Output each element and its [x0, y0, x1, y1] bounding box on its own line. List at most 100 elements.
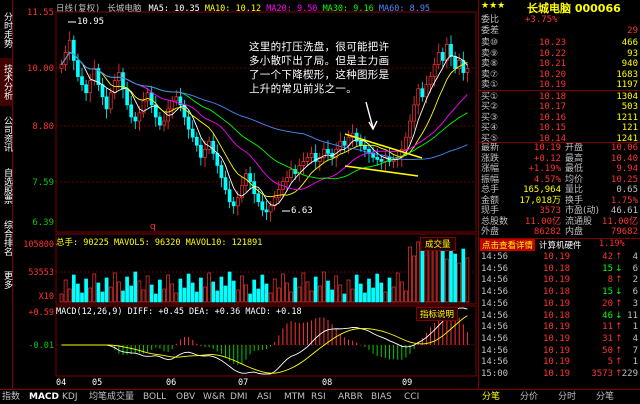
level-volume: 940 [621, 59, 638, 69]
volume-bar [88, 287, 93, 303]
indicator-tab[interactable]: ASI [257, 391, 272, 403]
indicator-tab[interactable]: MTM [284, 391, 305, 403]
volume-bar [457, 262, 462, 303]
tick-view-tab[interactable]: 分时 [558, 391, 576, 403]
level-label: 买② [481, 102, 499, 112]
volume-bar [354, 274, 359, 303]
candle-body [326, 148, 330, 154]
candle-body [88, 80, 93, 94]
tick-time: 14:56 [481, 310, 509, 321]
stat-label: 涨幅 [481, 164, 500, 174]
sell-level-row[interactable]: 卖⑩ 10.23 466 [479, 38, 640, 49]
tick-count: 3 [632, 298, 638, 309]
tick-count: 1 [632, 322, 638, 333]
candle-body [133, 116, 138, 122]
indicator-tab[interactable]: DMI [230, 391, 247, 403]
volume-bar [223, 285, 228, 303]
level-price: 10.18 [539, 91, 567, 102]
details-link[interactable]: 点击查看详情 [480, 239, 536, 251]
tick-price: 10.18 [543, 287, 571, 298]
tick-volume: 50 [602, 345, 613, 356]
volume-bar [244, 284, 248, 303]
stat-row: 总手 165,964 量比 0.65 [479, 185, 640, 196]
volume-bar [219, 276, 224, 303]
indicator-tab[interactable]: 均笔成交量 [89, 391, 134, 403]
sell-level-row[interactable]: 卖⑦ 10.20 1683 [479, 70, 640, 81]
indicator-tab[interactable]: BIAS [371, 391, 392, 403]
level-price: 10.20 [539, 69, 567, 80]
buy-level-row[interactable]: 买③ 10.16 1211 [479, 113, 640, 124]
sell-level-row[interactable]: 卖⑧ 10.21 940 [479, 59, 640, 70]
volume-bar [67, 288, 72, 303]
volume-bar [416, 241, 421, 303]
volume-bar [104, 277, 109, 303]
tick-time: 14:56 [481, 345, 509, 356]
up-arrow-icon: ↑ [615, 357, 623, 368]
tick-price: 10.19 [543, 369, 571, 379]
sector-label[interactable]: 计算机硬件 [539, 239, 582, 251]
candle-body [289, 169, 293, 178]
volume-bar [461, 248, 466, 303]
tick-count: 229 [621, 369, 638, 379]
tick-count: 2 [632, 275, 638, 286]
level-volume: 93 [627, 48, 638, 59]
stat-label: 金额 [481, 195, 500, 206]
candle-body [235, 197, 240, 207]
indicator-tab[interactable]: KDJ [62, 391, 78, 403]
date-label: 05 [92, 378, 103, 388]
sector-change: 1.19% [599, 239, 625, 249]
tick-price: 10.19 [543, 333, 571, 344]
macd-lines [61, 307, 468, 375]
candle-body [67, 39, 72, 53]
down-arrow-icon: ↓ [615, 287, 623, 298]
macd-axis-label: +0.59 [28, 308, 54, 318]
up-arrow-icon: ↑ [615, 333, 623, 344]
tick-count: 11 [627, 310, 638, 321]
macd-box-label[interactable]: 指标说明 [416, 307, 459, 321]
volume-bar [145, 275, 150, 303]
volume-bar [235, 289, 240, 303]
tick-volume: 31 [602, 333, 613, 344]
volume-bar [453, 253, 457, 303]
level-label: 卖⑩ [481, 38, 499, 48]
stat-row: 外盘 86282 内盘 79682 [479, 227, 640, 238]
annotation-arrow [365, 101, 378, 131]
indicator-tab[interactable]: W&R [203, 391, 225, 403]
indicator-tab[interactable]: 指数 [2, 391, 20, 403]
stat-label: 最低 [565, 164, 584, 174]
volume-bar [100, 291, 105, 303]
sell-level-row[interactable]: 卖① 10.19 1197 [479, 80, 640, 91]
sell-level-row[interactable]: 卖⑨ 10.22 93 [479, 49, 640, 60]
macd-axis-label: -0.01 [28, 341, 54, 351]
volume-axis-label: 105800 [23, 240, 54, 250]
ticks-header: 点击查看详情 计算机硬件 1.19% [479, 238, 640, 251]
indicator-tab[interactable]: RSI [311, 391, 326, 403]
buy-level-row[interactable]: 买② 10.17 503 [479, 102, 640, 113]
indicator-tab[interactable]: BOLL [143, 391, 166, 403]
volume-box-label[interactable]: 成交量 [420, 237, 456, 251]
indicator-tab[interactable]: OBV [176, 391, 195, 403]
volume-axis-label: 53553 [28, 268, 54, 278]
tick-row: 14:56 10.18 15 ↓ 6 [479, 286, 640, 298]
candle-body [227, 189, 232, 203]
tick-view-tab[interactable]: 分价 [520, 391, 538, 403]
indicator-tab[interactable]: ARBR [338, 391, 363, 403]
volume-bar [371, 287, 375, 303]
volume-bar [182, 287, 187, 303]
tick-row: 14:56 10.18 15 ↓ 6 [479, 263, 640, 275]
candle-body [379, 159, 384, 162]
stat-row: 涨跌 +0.12 最高 10.40 [479, 154, 640, 165]
buy-level-row[interactable]: 买① 10.18 1304 [479, 92, 640, 103]
tick-view-tab[interactable]: 分笔 [596, 391, 614, 403]
volume-bar [375, 273, 380, 303]
tick-time: 14:56 [481, 333, 509, 344]
tick-view-tab[interactable]: 分笔 [482, 391, 500, 403]
indicator-tab[interactable]: CCI [404, 391, 419, 403]
indicator-tab-bar: 指数 MACD KDJ 均笔成交量 BOLL OBV W&R DMI ASI MTM RSI ARBR… [0, 389, 640, 404]
buy-level-row[interactable]: 买④ 10.15 121 [479, 123, 640, 134]
candle-body [125, 88, 129, 106]
level-volume: 121 [621, 123, 638, 133]
indicator-tab[interactable]: MACD [29, 391, 59, 403]
stat-value: 1.75% [610, 195, 638, 206]
tick-volume: 20 [602, 298, 613, 309]
